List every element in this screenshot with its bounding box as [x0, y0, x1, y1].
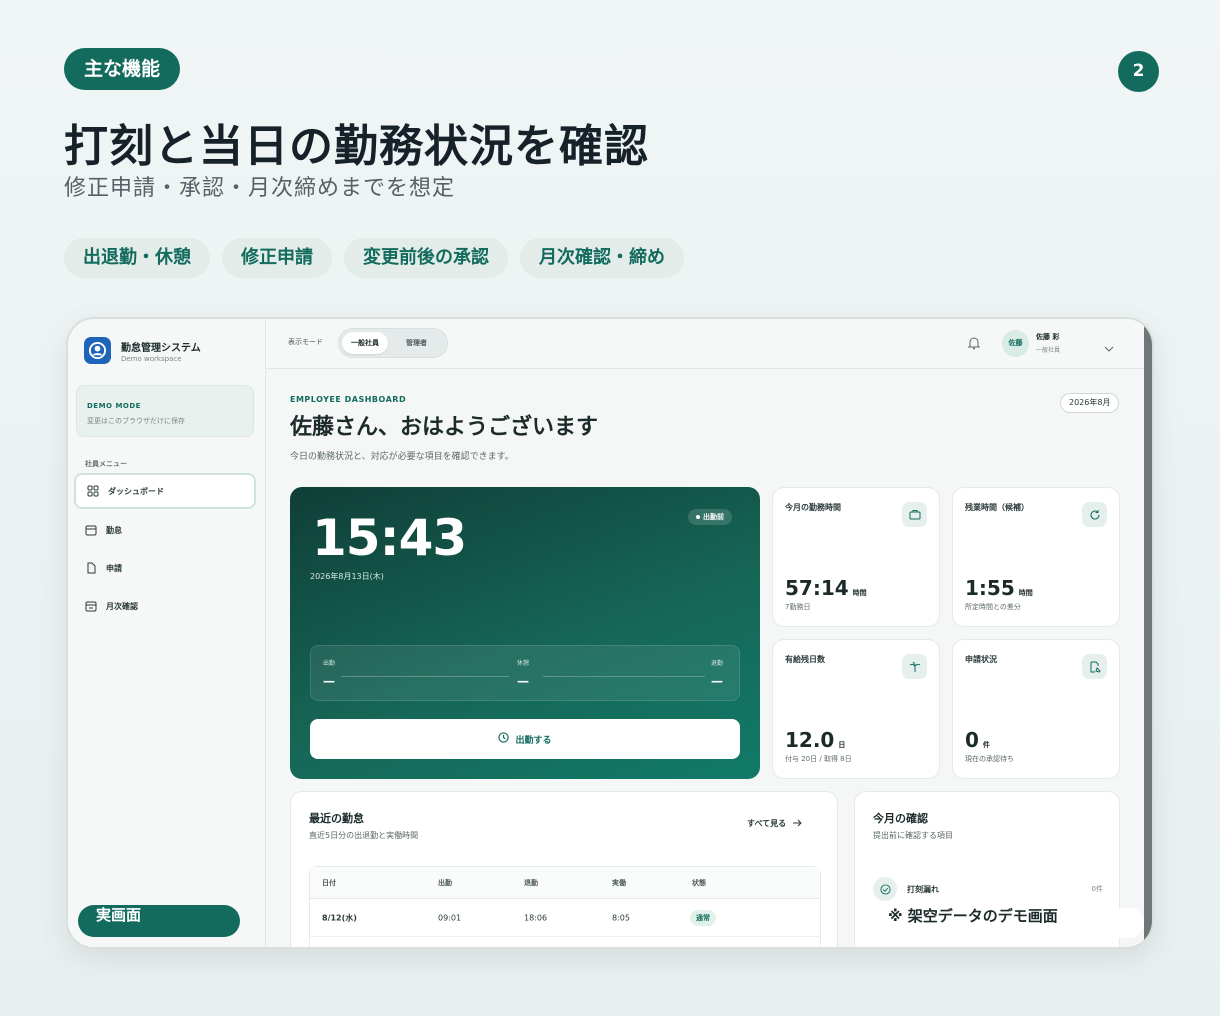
sidebar-item-label: 月次確認 — [106, 601, 138, 611]
sidebar-item-requests[interactable]: 申請 — [74, 550, 256, 586]
briefcase-icon — [902, 502, 927, 527]
recent-attendance-panel: 最近の勤怠 直近5日分の出退勤と実働時間 すべて見る 日付 出勤 退勤 実働 状… — [290, 791, 838, 947]
current-date: 2026年8月13日(木) — [310, 572, 384, 581]
stat-requests: 申請状況 0件 現在の承認待ち — [952, 639, 1120, 779]
table-row[interactable] — [310, 937, 820, 947]
table-header: 日付 出勤 退勤 実働 状態 — [310, 867, 820, 899]
menu-label: 社員メニュー — [85, 460, 127, 468]
mode-employee-button[interactable]: 一般社員 — [342, 332, 388, 354]
punch-times: 出勤 休憩 退勤 — — — — [310, 645, 740, 701]
slide-title: 打刻と当日の勤務状況を確認 — [64, 121, 649, 172]
clock-card: 15:43 2026年8月13日(木) 出勤前 出勤 休憩 退勤 — — — 出… — [290, 487, 760, 779]
topbar: 表示モード 一般社員 管理者 佐藤 佐藤 彩 一般社員 — [266, 319, 1144, 369]
feature-tag: 月次確認・締め — [520, 238, 684, 278]
app-logo-icon — [84, 337, 111, 364]
demo-mode-title: DEMO MODE — [87, 402, 141, 410]
clock-in-value: — — [323, 674, 335, 688]
sidebar: 勤怠管理システム Demo workspace DEMO MODE 変更はこのブ… — [68, 319, 266, 947]
mode-admin-button[interactable]: 管理者 — [397, 332, 436, 354]
sidebar-item-label: 勤怠 — [106, 525, 122, 535]
feature-tag: 変更前後の承認 — [344, 238, 508, 278]
dashboard-content: EMPLOYEE DASHBOARD 佐藤さん、おはようございます 今日の勤務状… — [266, 369, 1144, 947]
feature-tag: 出退勤・休憩 — [64, 238, 210, 278]
feature-tag: 修正申請 — [222, 238, 332, 278]
demo-mode-sub: 変更はこのブラウザだけに保存 — [87, 417, 185, 425]
break-label: 休憩 — [517, 660, 530, 667]
app-screenshot: 勤怠管理システム Demo workspace DEMO MODE 変更はこのブ… — [66, 317, 1154, 949]
app-name: 勤怠管理システム — [121, 343, 201, 354]
greeting: 佐藤さん、おはようございます — [290, 415, 599, 440]
clock-out-value: — — [711, 674, 723, 688]
status-badge: 出勤前 — [688, 509, 732, 525]
feature-tags: 出退勤・休憩 修正申請 変更前後の承認 月次確認・締め — [64, 238, 684, 278]
avatar[interactable]: 佐藤 — [1002, 330, 1029, 357]
current-time: 15:43 — [312, 509, 467, 567]
calendar-icon — [85, 524, 97, 536]
stat-paid-leave: 有給残日数 12.0 日 付与 20日 / 取得 8日 — [772, 639, 940, 779]
stat-overtime: 残業時間（候補） 1:55 時間 所定時間との差分 — [952, 487, 1120, 627]
status-badge: 通常 — [690, 909, 716, 926]
dashboard-eyebrow: EMPLOYEE DASHBOARD — [290, 395, 407, 404]
sidebar-item-dashboard[interactable]: ダッシュボード — [74, 473, 256, 509]
edit-icon — [1082, 654, 1107, 679]
demo-mode-box: DEMO MODE 変更はこのブラウザだけに保存 — [76, 385, 254, 437]
sidebar-item-monthly[interactable]: 月次確認 — [74, 588, 256, 624]
calendar-check-icon — [85, 600, 97, 612]
sidebar-item-label: ダッシュボード — [108, 486, 164, 496]
mode-label: 表示モード — [288, 338, 323, 346]
clock-out-label: 退勤 — [711, 660, 724, 667]
slide-subtitle: 修正申請・承認・月次締めまでを想定 — [64, 176, 456, 201]
stat-work-hours: 今月の勤務時間 57:14 時間 7勤務日 — [772, 487, 940, 627]
section-label: 主な機能 — [64, 48, 181, 90]
bell-icon[interactable] — [967, 335, 981, 354]
sidebar-item-attendance[interactable]: 勤怠 — [74, 512, 256, 548]
workspace-name: Demo workspace — [121, 355, 182, 363]
attendance-table: 日付 出勤 退勤 実働 状態 8/12(水) 09:01 18:06 8:05 … — [309, 866, 821, 947]
sidebar-item-label: 申請 — [106, 563, 122, 573]
grid-icon — [87, 485, 99, 497]
arrow-right-icon — [792, 819, 802, 829]
check-item[interactable]: 打刻漏れ 0件 — [873, 876, 1103, 902]
see-all-link[interactable]: すべて見る — [747, 818, 802, 829]
clock-in-label: 出勤 — [323, 660, 336, 667]
clock-in-button[interactable]: 出勤する — [310, 719, 740, 759]
palm-icon — [902, 654, 927, 679]
break-value: — — [517, 674, 529, 688]
page-number: 2 — [1118, 51, 1159, 92]
user-role: 一般社員 — [1036, 347, 1061, 354]
month-selector[interactable]: 2026年8月 — [1060, 393, 1120, 413]
mode-switch: 一般社員 管理者 — [338, 328, 448, 358]
demo-note: ※ 架空データのデモ画面 — [874, 908, 1144, 938]
real-screen-badge: 実画面 — [78, 905, 240, 937]
document-icon — [85, 562, 97, 574]
table-row[interactable]: 8/12(水) 09:01 18:06 8:05 通常 — [310, 899, 820, 937]
greeting-sub: 今日の勤務状況と、対応が必要な項目を確認できます。 — [290, 452, 514, 462]
clock-icon — [498, 732, 510, 746]
chevron-down-icon[interactable] — [1104, 337, 1114, 356]
check-circle-icon — [873, 877, 897, 901]
user-name: 佐藤 彩 — [1036, 333, 1060, 341]
refresh-icon — [1082, 502, 1107, 527]
